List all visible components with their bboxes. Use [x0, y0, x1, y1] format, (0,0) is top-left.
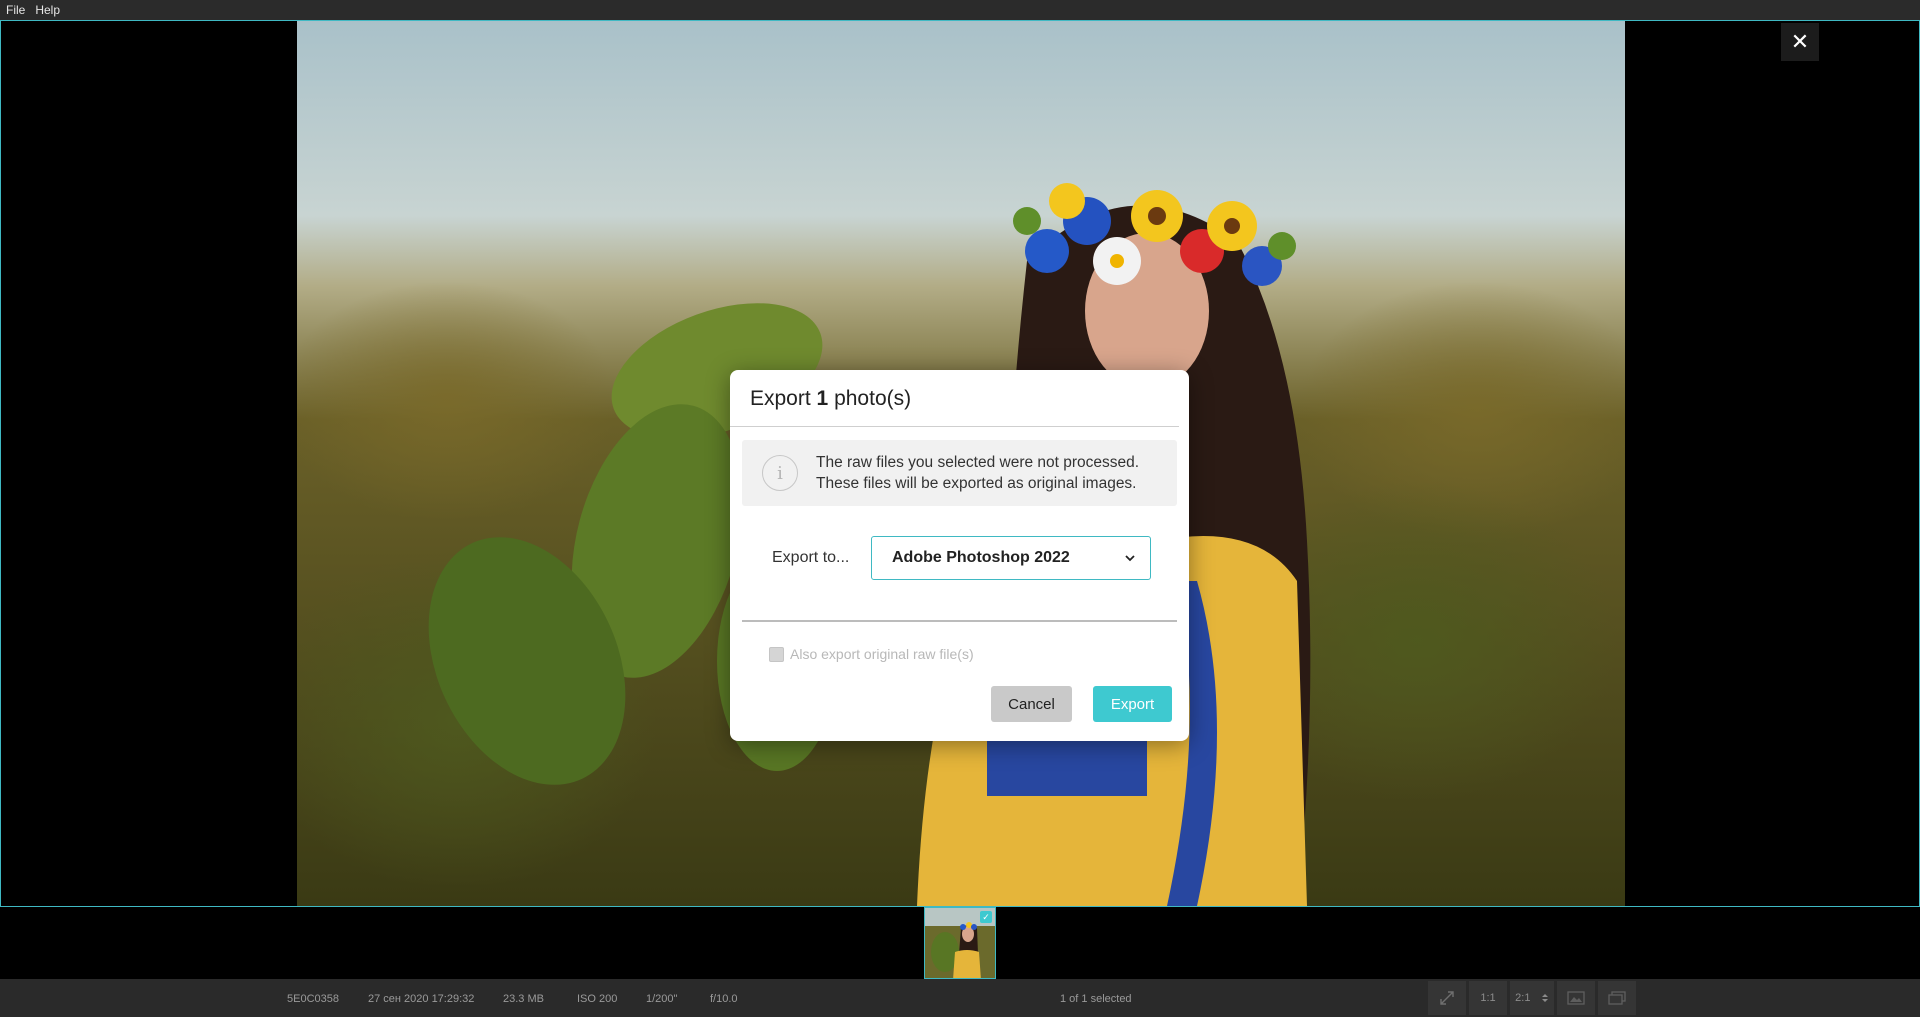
raw-export-checkbox[interactable] — [769, 646, 784, 662]
zoom-1to1-button[interactable]: 1:1 — [1469, 981, 1507, 1015]
cancel-button[interactable]: Cancel — [991, 686, 1072, 722]
menu-file[interactable]: File — [6, 3, 25, 17]
status-date: 27 сен 2020 17:29:32 — [368, 993, 475, 1005]
raw-export-option: Also export original raw file(s) — [769, 646, 974, 662]
filmstrip: ✓ — [0, 907, 1920, 979]
view-tools: 1:1 2:1 — [1428, 981, 1639, 1015]
info-message: i The raw files you selected were not pr… — [742, 440, 1177, 506]
image-icon — [1567, 991, 1585, 1005]
export-target-select[interactable]: Adobe Photoshop 2022 — [871, 536, 1151, 580]
export-dialog: Export 1 photo(s) i The raw files you se… — [730, 370, 1189, 741]
status-shutter: 1/200" — [646, 993, 678, 1005]
dialog-title-count: 1 — [816, 387, 829, 410]
menu-help[interactable]: Help — [35, 3, 60, 17]
export-to-label: Export to... — [772, 549, 850, 566]
spinner-arrows-icon — [1541, 994, 1548, 1002]
export-target-value: Adobe Photoshop 2022 — [892, 549, 1070, 566]
status-selection: 1 of 1 selected — [1060, 993, 1132, 1005]
dialog-title-prefix: Export — [750, 387, 811, 410]
info-text: The raw files you selected were not proc… — [816, 452, 1139, 494]
status-bar: 5E0C0358 27 сен 2020 17:29:32 23.3 MB IS… — [0, 979, 1920, 1017]
raw-export-label: Also export original raw file(s) — [790, 646, 974, 662]
stack-icon — [1608, 991, 1626, 1005]
selected-check-icon[interactable]: ✓ — [980, 911, 992, 923]
export-target-row: Export to... Adobe Photoshop 2022 — [730, 536, 1189, 580]
status-iso: ISO 200 — [577, 993, 618, 1005]
menu-bar: File Help — [0, 0, 1920, 20]
photo-thumbnail[interactable]: ✓ — [924, 907, 996, 979]
status-filesize: 23.3 MB — [503, 993, 544, 1005]
compare-view-button[interactable] — [1557, 981, 1595, 1015]
status-filename: 5E0C0358 — [287, 993, 339, 1005]
divider — [742, 620, 1177, 622]
zoom-2to1-select[interactable]: 2:1 — [1510, 981, 1554, 1015]
status-aperture: f/10.0 — [710, 993, 738, 1005]
export-button[interactable]: Export — [1093, 686, 1172, 722]
gallery-view-button[interactable] — [1598, 981, 1636, 1015]
fit-screen-button[interactable] — [1428, 981, 1466, 1015]
close-viewer-button[interactable]: ✕ — [1781, 23, 1819, 61]
dialog-title-suffix: photo(s) — [834, 387, 912, 410]
dialog-title: Export 1 photo(s) — [730, 370, 1179, 427]
info-line-1: The raw files you selected were not proc… — [816, 454, 1140, 471]
chevron-down-icon — [1125, 555, 1135, 562]
close-icon: ✕ — [1790, 29, 1810, 54]
expand-icon — [1440, 991, 1454, 1005]
zoom-2to1-label: 2:1 — [1515, 992, 1531, 1004]
info-line-2: These files will be exported as original… — [816, 475, 1137, 492]
info-icon: i — [762, 455, 798, 491]
